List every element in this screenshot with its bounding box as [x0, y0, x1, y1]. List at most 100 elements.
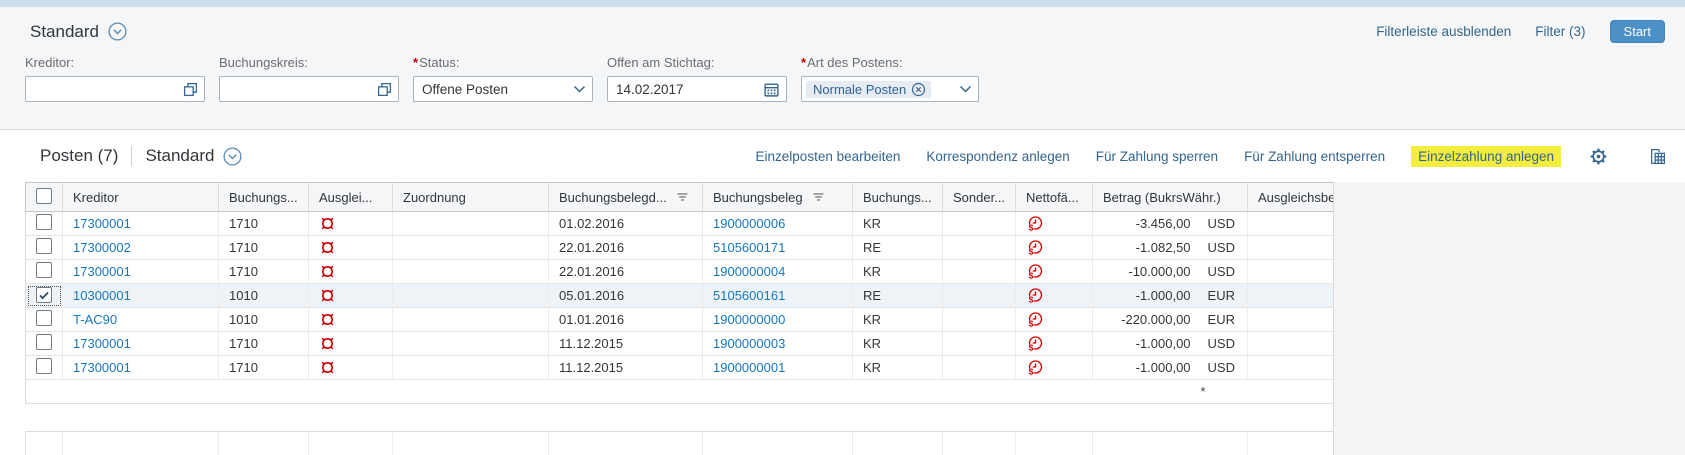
- cell-betrag: -1.000,00USD: [1093, 332, 1248, 356]
- table-row[interactable]: 17300002171022.01.20165105600171RE$-1.08…: [26, 236, 1334, 260]
- row-checkbox[interactable]: [36, 334, 52, 350]
- column-header-2[interactable]: Buchungs...: [219, 183, 309, 212]
- table-row[interactable]: 17300001171011.12.20151900000001KR$-1.00…: [26, 356, 1334, 380]
- column-label: Buchungs...: [229, 190, 298, 205]
- kreditor-link[interactable]: 17300001: [73, 336, 131, 351]
- cell-sonder: [943, 332, 1016, 356]
- row-select-cell[interactable]: [26, 332, 63, 356]
- column-header-8[interactable]: Sonder...: [943, 183, 1016, 212]
- row-select-cell[interactable]: [26, 260, 63, 284]
- cell-netto-status: $: [1016, 260, 1093, 284]
- row-select-cell[interactable]: [26, 236, 63, 260]
- row-checkbox[interactable]: [36, 287, 52, 303]
- row-select-cell[interactable]: [26, 212, 63, 236]
- column-header-9[interactable]: Nettofä...: [1016, 183, 1093, 212]
- kreditor-link[interactable]: 17300001: [73, 216, 131, 231]
- action-f-r-zahlung-entsperren[interactable]: Für Zahlung entsperren: [1244, 149, 1385, 164]
- action-einzelzahlung-anlegen[interactable]: Einzelzahlung anlegen: [1411, 146, 1561, 167]
- beleg-link[interactable]: 1900000003: [713, 336, 785, 351]
- action-einzelposten-bearbeiten[interactable]: Einzelposten bearbeiten: [756, 149, 901, 164]
- remove-token-icon[interactable]: [911, 82, 926, 97]
- waehrung-value: EUR: [1208, 288, 1235, 303]
- kreditor-link[interactable]: 17300001: [73, 264, 131, 279]
- export-spreadsheet-icon[interactable]: [1648, 147, 1667, 166]
- table-row[interactable]: 17300001171001.02.20161900000006KR$-3.45…: [26, 212, 1334, 236]
- filters-dialog-link[interactable]: Filter (3): [1535, 24, 1585, 39]
- value-help-icon[interactable]: [377, 82, 392, 97]
- column-header-3[interactable]: Ausglei...: [309, 183, 393, 212]
- kreditor-link[interactable]: 17300001: [73, 360, 131, 375]
- settings-gear-icon[interactable]: [1589, 147, 1608, 166]
- row-select-cell[interactable]: [26, 308, 63, 332]
- column-header-4[interactable]: Zuordnung: [393, 183, 549, 212]
- column-header-5[interactable]: Buchungsbelegd...: [549, 183, 703, 212]
- row-select-cell[interactable]: [26, 284, 63, 308]
- row-checkbox[interactable]: [36, 358, 52, 374]
- beleg-link[interactable]: 1900000000: [713, 312, 785, 327]
- row-checkbox[interactable]: [36, 262, 52, 278]
- variant-select-icon[interactable]: [108, 22, 127, 41]
- buchungskreis-input[interactable]: [219, 76, 399, 102]
- cell-zuordnung: [393, 356, 549, 380]
- row-checkbox[interactable]: [36, 310, 52, 326]
- beleg-link[interactable]: 1900000001: [713, 360, 785, 375]
- token-label: Normale Posten: [813, 82, 906, 97]
- select-all-checkbox[interactable]: [36, 188, 52, 204]
- kreditor-input[interactable]: [25, 76, 205, 102]
- cell-zuordnung: [393, 308, 549, 332]
- table-row[interactable]: 17300001171022.01.20161900000004KR$-10.0…: [26, 260, 1334, 284]
- go-button[interactable]: Start: [1610, 20, 1665, 43]
- beleg-link[interactable]: 1900000004: [713, 264, 785, 279]
- beleg-link[interactable]: 1900000006: [713, 216, 785, 231]
- cell-sonder: [943, 212, 1016, 236]
- waehrung-value: USD: [1208, 360, 1235, 375]
- kreditor-link[interactable]: 17300002: [73, 240, 131, 255]
- kreditor-link[interactable]: 10300001: [73, 288, 131, 303]
- column-filter-icon[interactable]: [812, 192, 825, 202]
- open-item-status-icon: [319, 263, 336, 280]
- column-header-7[interactable]: Buchungs...: [853, 183, 943, 212]
- stichtag-date-input[interactable]: 14.02.2017: [607, 76, 787, 102]
- beleg-link[interactable]: 5105600161: [713, 288, 785, 303]
- filter-field-status: *Status: Offene Posten: [413, 55, 593, 102]
- column-header-10[interactable]: Betrag (BukrsWähr.): [1093, 183, 1248, 212]
- table-variant-select-icon[interactable]: [223, 147, 242, 166]
- cell-ausgleich-status: [309, 356, 393, 380]
- table-row[interactable]: 10300001101005.01.20165105600161RE$-1.00…: [26, 284, 1334, 308]
- beleg-link[interactable]: 5105600171: [713, 240, 785, 255]
- table-row[interactable]: 17300001171011.12.20151900000003KR$-1.00…: [26, 332, 1334, 356]
- column-header-11[interactable]: Ausgleichsbeleg: [1248, 183, 1334, 212]
- row-select-cell[interactable]: [26, 356, 63, 380]
- cell-netto-status: $: [1016, 332, 1093, 356]
- calendar-icon[interactable]: [763, 81, 780, 98]
- column-header-6[interactable]: Buchungsbeleg: [703, 183, 853, 212]
- cell-buchungsbeleg: 1900000004: [703, 260, 853, 284]
- empty-cell: [26, 432, 63, 455]
- cell-ausgleich-status: [309, 212, 393, 236]
- hide-filterbar-link[interactable]: Filterleiste ausblenden: [1376, 24, 1511, 39]
- chevron-down-icon[interactable]: [959, 85, 972, 93]
- cell-belegart: KR: [853, 260, 943, 284]
- value-help-icon[interactable]: [183, 82, 198, 97]
- row-checkbox[interactable]: [36, 214, 52, 230]
- chevron-down-icon[interactable]: [573, 85, 586, 93]
- empty-cell: [943, 432, 1016, 455]
- cell-betrag: -1.082,50USD: [1093, 236, 1248, 260]
- column-header-1[interactable]: Kreditor: [63, 183, 219, 212]
- kreditor-link[interactable]: T-AC90: [73, 312, 117, 327]
- column-label: Ausgleichsbeleg: [1258, 190, 1334, 205]
- row-checkbox[interactable]: [36, 238, 52, 254]
- cell-buchungsbeleg: 1900000001: [703, 356, 853, 380]
- art-des-postens-multiselect[interactable]: Normale Posten: [801, 76, 979, 102]
- table-header-row: KreditorBuchungs...Ausglei...ZuordnungBu…: [26, 183, 1334, 212]
- column-filter-icon[interactable]: [676, 192, 689, 202]
- empty-row-strip: [25, 431, 1334, 455]
- cell-buchungsbeleg: 1900000000: [703, 308, 853, 332]
- action-korrespondenz-anlegen[interactable]: Korrespondenz anlegen: [926, 149, 1069, 164]
- shell-header-edge: [0, 0, 1685, 7]
- status-select[interactable]: Offene Posten: [413, 76, 593, 102]
- table-row[interactable]: T-AC90101001.01.20161900000000KR$-220.00…: [26, 308, 1334, 332]
- action-f-r-zahlung-sperren[interactable]: Für Zahlung sperren: [1096, 149, 1218, 164]
- table-variant-title: Standard: [145, 146, 214, 166]
- waehrung-value: USD: [1208, 240, 1235, 255]
